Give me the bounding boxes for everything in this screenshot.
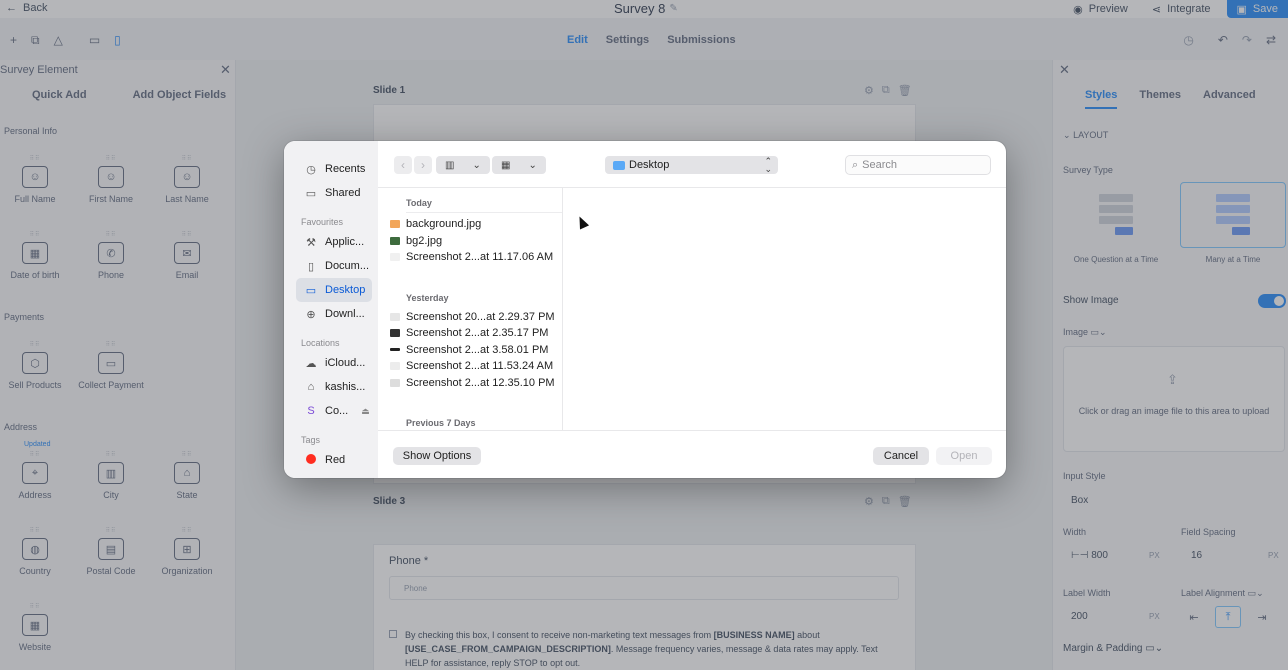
desktop-icon: ▭ bbox=[305, 284, 317, 297]
image-thumbnail-icon bbox=[390, 348, 400, 352]
sidebar-item-recents[interactable]: ◷ Recents bbox=[284, 157, 378, 181]
tags-heading: Tags bbox=[301, 435, 321, 445]
file-item[interactable]: bg2.jpg bbox=[378, 233, 562, 250]
file-item[interactable]: background.jpg bbox=[378, 216, 562, 233]
sidebar-item-volume[interactable]: S Co... ⏏ bbox=[284, 399, 378, 423]
shared-folder-icon: ▭ bbox=[305, 187, 317, 200]
image-thumbnail-icon bbox=[390, 312, 400, 321]
group-yesterday: Yesterday bbox=[406, 292, 449, 303]
sidebar-item-documents[interactable]: ▯ Docum... bbox=[284, 254, 378, 278]
dialog-footer: Show Options Cancel Open bbox=[378, 430, 1006, 478]
open-button[interactable]: Open bbox=[936, 447, 992, 465]
group-today: Today bbox=[406, 198, 432, 208]
image-thumbnail-icon bbox=[390, 220, 400, 229]
sidebar-item-icloud[interactable]: ☁ iCloud... bbox=[284, 351, 378, 375]
file-item[interactable]: Screenshot 2...at 3.58.01 PM bbox=[378, 342, 562, 359]
applications-icon: ⚒ bbox=[306, 236, 316, 249]
image-thumbnail-icon bbox=[390, 329, 400, 338]
download-icon: ⊕ bbox=[306, 308, 316, 321]
file-item[interactable]: Screenshot 2...at 2.35.17 PM bbox=[378, 325, 562, 342]
dialog-sidebar: ◷ Recents ▭ Shared Favourites ⚒ Applic... ▯… bbox=[284, 141, 378, 478]
favourites-heading: Favourites bbox=[301, 217, 344, 227]
view-mode-button[interactable]: ▥ ⌄ bbox=[436, 156, 490, 174]
sidebar-item-applications[interactable]: ⚒ Applic... bbox=[284, 230, 378, 254]
cloud-icon: ☁ bbox=[305, 357, 317, 370]
group-previous-7-days: Previous 7 Days bbox=[406, 418, 476, 428]
image-thumbnail-icon bbox=[390, 253, 400, 262]
sidebar-item-home[interactable]: ⌂ kashis... bbox=[284, 375, 378, 399]
red-tag-icon bbox=[306, 453, 316, 464]
sidebar-item-desktop[interactable]: ▭ Desktop bbox=[296, 278, 372, 302]
sidebar-item-shared[interactable]: ▭ Shared bbox=[284, 181, 378, 205]
search-icon: ⌕ bbox=[852, 158, 859, 171]
file-item[interactable]: Screenshot 20...at 2.29.37 PM bbox=[378, 309, 562, 326]
cancel-button[interactable]: Cancel bbox=[873, 447, 929, 465]
file-item[interactable]: Screenshot 2...at 12.35.10 PM bbox=[378, 375, 562, 392]
folder-icon bbox=[613, 160, 625, 170]
dialog-toolbar: ‹ › ▥ ⌄ ▦ ⌄ Desktop ⌃ ⌄ ⌕ Search bbox=[378, 141, 1006, 188]
file-item[interactable]: Screenshot 2...at 11.17.06 AM bbox=[378, 249, 562, 266]
back-arrow-icon[interactable]: ‹ bbox=[394, 156, 412, 174]
clock-icon: ◷ bbox=[306, 163, 316, 176]
sidebar-item-tag-red[interactable]: Red bbox=[284, 448, 378, 472]
grid-icon: ▦ bbox=[501, 159, 511, 171]
group-mode-button[interactable]: ▦ ⌄ bbox=[492, 156, 546, 174]
file-list: Today background.jpg bg2.jpg Screenshot … bbox=[378, 188, 563, 430]
columns-icon: ▥ bbox=[445, 159, 455, 171]
forward-arrow-icon[interactable]: › bbox=[414, 156, 432, 174]
document-icon: ▯ bbox=[307, 260, 315, 273]
preview-pane bbox=[564, 188, 1006, 430]
location-popup[interactable]: Desktop ⌃ ⌄ bbox=[605, 156, 778, 174]
search-field[interactable]: ⌕ Search bbox=[845, 155, 991, 175]
chevron-down-icon: ⌄ bbox=[528, 159, 537, 171]
locations-heading: Locations bbox=[301, 338, 340, 348]
show-options-button[interactable]: Show Options bbox=[393, 447, 481, 465]
updown-icon: ⌃ ⌄ bbox=[764, 156, 772, 174]
nav-buttons: ‹ › bbox=[394, 156, 432, 174]
file-item[interactable]: Screenshot 2...at 11.53.24 AM bbox=[378, 358, 562, 375]
image-thumbnail-icon bbox=[390, 236, 400, 245]
sidebar-item-downloads[interactable]: ⊕ Downl... bbox=[284, 302, 378, 326]
home-icon: ⌂ bbox=[307, 381, 315, 393]
drive-icon: S bbox=[307, 405, 315, 417]
image-thumbnail-icon bbox=[390, 378, 400, 387]
file-open-dialog: ◷ Recents ▭ Shared Favourites ⚒ Applic... ▯… bbox=[284, 141, 1006, 478]
image-thumbnail-icon bbox=[390, 362, 400, 371]
chevron-down-icon: ⌄ bbox=[472, 159, 481, 171]
eject-icon[interactable]: ⏏ bbox=[361, 406, 370, 417]
